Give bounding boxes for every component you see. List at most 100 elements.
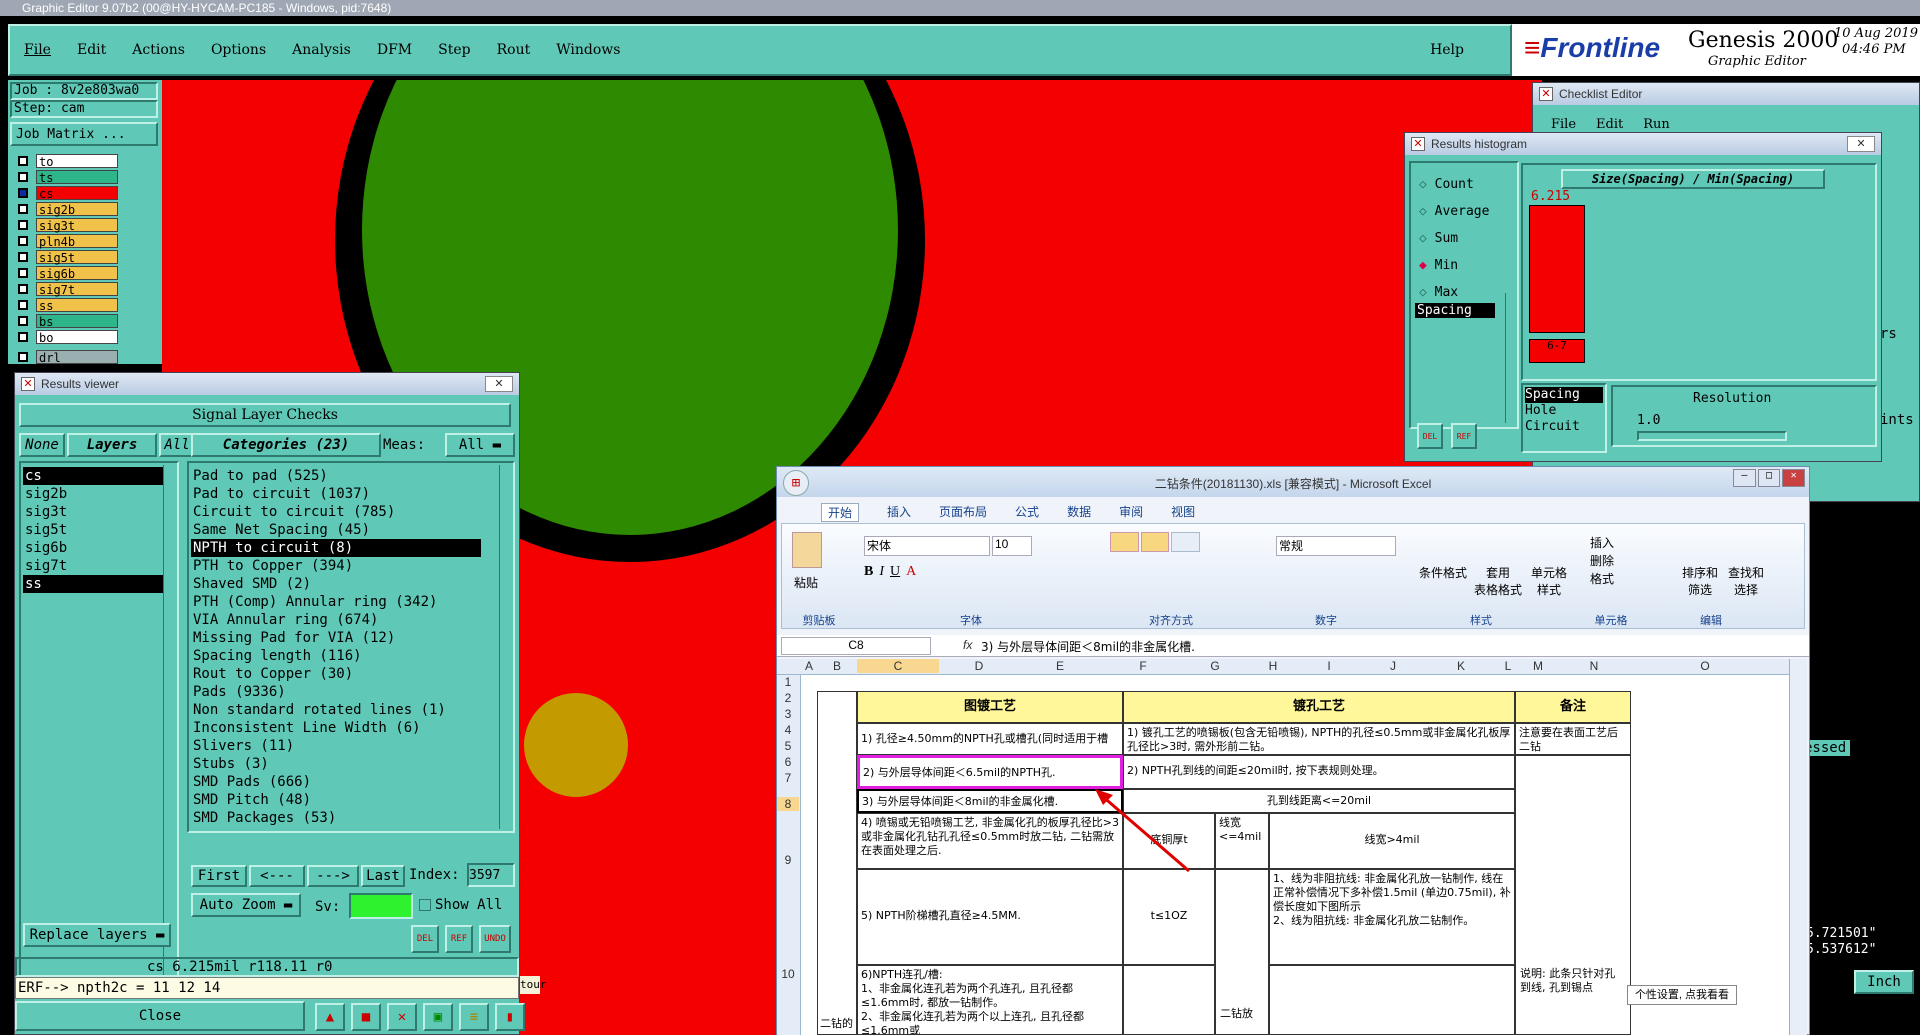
ref-button[interactable]: REF <box>1451 423 1477 449</box>
row-header[interactable]: 3 <box>777 707 799 721</box>
list-item[interactable]: Circuit <box>1525 419 1603 435</box>
close-icon[interactable]: ✕ <box>1847 136 1875 152</box>
tab-layout[interactable]: 页面布局 <box>939 503 987 522</box>
row-header[interactable]: 4 <box>777 723 799 737</box>
paste-button[interactable]: 粘贴 <box>794 574 818 591</box>
meas-select[interactable]: All ▬ <box>445 433 515 457</box>
layer-row[interactable]: sig2b <box>18 202 136 217</box>
tab-review[interactable]: 审阅 <box>1119 503 1143 522</box>
list-item[interactable]: ss <box>23 575 163 593</box>
job-matrix-button[interactable]: Job Matrix ... <box>10 122 158 146</box>
option-sum[interactable]: ◇ Sum <box>1419 225 1489 252</box>
col-header[interactable]: B <box>817 659 857 673</box>
menu-options[interactable]: Options <box>211 42 266 58</box>
col-header[interactable]: D <box>939 659 1019 673</box>
align-middle-icon[interactable] <box>1140 532 1170 552</box>
col-header[interactable]: F <box>1101 659 1185 673</box>
option-count[interactable]: ◇ Count <box>1419 171 1489 198</box>
option-average[interactable]: ◇ Average <box>1419 198 1489 225</box>
list-item[interactable]: SMD Pitch (48) <box>191 791 431 809</box>
last-button[interactable]: Last <box>361 865 405 887</box>
histogram-bar[interactable] <box>1529 205 1585 333</box>
tab-data[interactable]: 数据 <box>1067 503 1091 522</box>
col-header[interactable]: A <box>801 659 817 673</box>
list-item[interactable]: Shaved SMD (2) <box>191 575 431 593</box>
minimize-icon[interactable]: – <box>1733 469 1756 487</box>
list-item[interactable]: PTH (Comp) Annular ring (342) <box>191 593 437 611</box>
italic-icon[interactable]: I <box>879 564 884 580</box>
grid-icon[interactable]: ✕ <box>387 1003 417 1031</box>
layers-button[interactable]: Layers <box>67 433 157 457</box>
cell-style-button[interactable]: 单元格 样式 <box>1526 564 1572 598</box>
highlight-icon[interactable]: ▲ <box>315 1003 345 1031</box>
resolution-slider[interactable] <box>1637 431 1787 441</box>
number-format-select[interactable]: 常规 <box>1276 536 1396 556</box>
col-header[interactable]: J <box>1357 659 1429 673</box>
layer-row[interactable]: cs <box>18 186 136 201</box>
layer-row[interactable]: to <box>18 154 136 169</box>
list-item[interactable]: sig3t <box>23 503 163 521</box>
replace-layers-select[interactable]: Replace layers ▬ <box>23 923 171 947</box>
unit-button[interactable]: Inch <box>1854 970 1914 994</box>
layer-row[interactable]: drl <box>18 350 136 365</box>
layer-row[interactable]: ss <box>18 298 136 313</box>
row-header[interactable]: 8 <box>777 797 799 811</box>
menu-dfm[interactable]: DFM <box>377 42 412 58</box>
list-item[interactable]: sig7t <box>23 557 163 575</box>
format-cells-button[interactable]: 格式 <box>1590 570 1614 588</box>
layer-row[interactable]: bo <box>18 330 136 345</box>
row-header[interactable]: 10 <box>777 967 799 981</box>
prev-button[interactable]: <--- <box>249 865 305 887</box>
layer-row[interactable]: sig5t <box>18 250 136 265</box>
list-item[interactable]: Non standard rotated lines (1) <box>191 701 446 719</box>
menu-analysis[interactable]: Analysis <box>292 42 351 58</box>
list-item[interactable]: sig5t <box>23 521 163 539</box>
delete-cells-button[interactable]: 删除 <box>1590 552 1614 570</box>
undo-button[interactable]: UNDO <box>479 925 511 953</box>
list-item[interactable]: Inconsistent Line Width (6) <box>191 719 431 737</box>
insert-cells-button[interactable]: 插入 <box>1590 534 1614 552</box>
none-button[interactable]: None <box>19 433 65 457</box>
auto-zoom-select[interactable]: Auto Zoom ▬ <box>191 893 301 917</box>
list-item[interactable]: Rout to Copper (30) <box>191 665 431 683</box>
table-format-button[interactable]: 套用 表格格式 <box>1472 564 1524 598</box>
close-icon[interactable]: ✕ <box>1782 469 1806 487</box>
checklist-menu-run[interactable]: Run <box>1643 117 1670 132</box>
index-input[interactable] <box>467 863 515 887</box>
col-header[interactable]: C <box>857 659 939 673</box>
list-item[interactable]: Spacing <box>1415 303 1495 318</box>
list-item[interactable]: Stubs (3) <box>191 755 431 773</box>
find-select-button[interactable]: 查找和 选择 <box>1724 564 1768 598</box>
formula-input[interactable]: 3) 与外层导体间距＜8mil的非金属化槽. <box>981 638 1195 655</box>
list-item[interactable]: Same Net Spacing (45) <box>191 521 431 539</box>
tab-view[interactable]: 视图 <box>1171 503 1195 522</box>
row-header[interactable]: 1 <box>777 675 799 689</box>
sort-filter-button[interactable]: 排序和 筛选 <box>1678 564 1722 598</box>
menu-rout[interactable]: Rout <box>497 42 531 58</box>
list-item[interactable]: Missing Pad for VIA (12) <box>191 629 431 647</box>
underline-icon[interactable]: U <box>890 564 900 580</box>
list-item[interactable]: Slivers (11) <box>191 737 431 755</box>
list-item[interactable]: sig2b <box>23 485 163 503</box>
paste-icon[interactable] <box>792 532 822 568</box>
col-header[interactable]: E <box>1019 659 1101 673</box>
list-item[interactable]: cs <box>23 467 163 485</box>
list-item[interactable]: Pad to pad (525) <box>191 467 431 485</box>
vertical-scrollbar[interactable] <box>1789 659 1807 1035</box>
list-item[interactable]: Spacing <box>1525 387 1603 403</box>
layer-row[interactable]: sig6b <box>18 266 136 281</box>
checklist-menu-edit[interactable]: Edit <box>1596 117 1623 132</box>
menu-edit[interactable]: Edit <box>77 42 106 58</box>
categories-scrollbar[interactable] <box>499 465 511 829</box>
del-button[interactable]: DEL <box>411 925 439 953</box>
font-size-select[interactable]: 10 <box>992 536 1032 556</box>
tab-home[interactable]: 开始 <box>821 503 860 522</box>
row-header[interactable]: 6 <box>777 755 799 769</box>
tab-insert[interactable]: 插入 <box>887 503 911 522</box>
align-bottom-icon[interactable] <box>1171 532 1201 552</box>
col-header[interactable]: G <box>1185 659 1245 673</box>
font-name-select[interactable]: 宋体 <box>864 536 990 556</box>
list-item[interactable]: PTH to Copper (394) <box>191 557 431 575</box>
layer-row[interactable]: sig7t <box>18 282 136 297</box>
report-icon[interactable]: ▣ <box>423 1003 453 1031</box>
